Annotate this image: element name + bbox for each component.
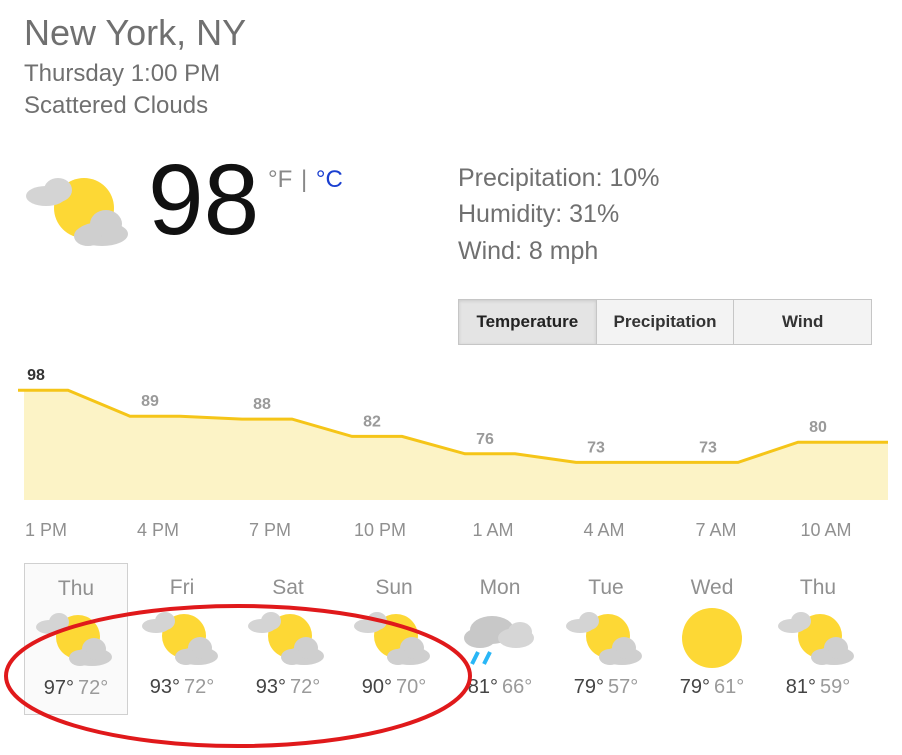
partly-cloudy-icon [566,612,642,665]
day-temps: 93° 72° [236,676,340,699]
hour-tick-label: 1 PM [24,520,68,540]
day-temps: 97° 72° [25,677,127,700]
day-forecast-thu[interactable]: Thu 97° 72° [24,563,128,715]
data-label: 80 [809,419,827,436]
day-name: Mon [479,576,521,599]
unit-celsius-link[interactable]: °C [316,166,343,193]
data-label: 89 [141,393,159,410]
tab-precipitation[interactable]: Precipitation [596,300,735,344]
day-forecast-sat[interactable]: Sat 93° 72° [236,563,340,715]
low-temp: 59° [820,676,851,698]
hour-tick-label: 1 AM [472,520,514,540]
unit-fahrenheit: °F [268,166,293,193]
day-forecast-thu[interactable]: Thu 81° 59° [766,563,870,715]
wind-stat: Wind: 8 mph [458,237,599,265]
rain-icon [464,616,534,665]
data-label: 73 [587,439,605,456]
low-temp: 61° [714,676,745,698]
precipitation-stat: Precipitation: 10% [458,164,660,192]
hour-axis: 1 PM 4 PM 7 PM 10 PM 1 AM 4 AM 7 AM 10 AM [0,520,902,544]
temperature-chart-svg: 98 89 88 82 76 73 73 80 [18,367,888,500]
day-forecast-fri[interactable]: Fri 93° 72° [130,563,234,715]
datetime-label: Thursday 1:00 PM [24,60,221,87]
day-name: Tue [588,576,624,599]
data-label: 82 [363,413,381,430]
tab-wind[interactable]: Wind [734,300,872,344]
day-name: Fri [169,576,195,599]
tab-temperature[interactable]: Temperature [459,300,597,344]
partly-cloudy-icon [36,613,112,666]
partly-cloudy-icon [142,612,218,665]
day-name: Thu [799,576,837,599]
day-temps: 79° 57° [554,676,658,699]
day-temps: 79° 61° [660,676,764,699]
day-temps: 93° 72° [130,676,234,699]
sunny-icon [682,608,742,668]
day-forecast-tue[interactable]: Tue 79° 57° [554,563,658,715]
temperature-chart: 98 89 88 82 76 73 73 80 [0,360,902,510]
low-temp: 66° [502,676,533,698]
partly-cloudy-icon [778,612,854,665]
current-temperature: 98 [148,144,260,256]
low-temp: 57° [608,676,639,698]
high-temp: 81° [467,676,498,698]
partly-cloudy-icon [26,178,128,246]
partly-cloudy-icon [354,612,430,665]
hour-tick-label: 7 AM [695,520,737,540]
data-label: 88 [253,396,271,413]
day-name: Sat [272,576,304,599]
location-title: New York, NY [24,12,247,53]
day-forecast-mon[interactable]: Mon 81° 66° [448,563,552,715]
low-temp: 72° [184,676,215,698]
high-temp: 97° [43,677,74,699]
day-name: Thu [57,577,95,600]
chart-tabs: Temperature Precipitation Wind [458,299,872,345]
low-temp: 72° [78,677,109,699]
day-forecast-sun[interactable]: Sun 90° 70° [342,563,446,715]
unit-toggle: °F | °C [268,166,343,194]
high-temp: 90° [361,676,392,698]
humidity-stat: Humidity: 31% [458,200,620,228]
high-temp: 79° [573,676,604,698]
high-temp: 93° [149,676,180,698]
hour-tick-label: 10 AM [800,520,852,540]
hour-tick-label: 7 PM [248,520,292,540]
day-name: Wed [690,576,734,599]
data-label: 76 [476,431,494,448]
data-label: 98 [27,367,45,384]
day-name: Sun [375,576,413,599]
unit-separator: | [300,166,308,193]
hour-tick-label: 4 PM [136,520,180,540]
day-temps: 81° 59° [766,676,870,699]
high-temp: 93° [255,676,286,698]
hour-tick-label: 10 PM [353,520,407,540]
partly-cloudy-icon [248,612,324,665]
condition-label: Scattered Clouds [24,92,209,119]
hour-tick-label: 4 AM [583,520,625,540]
high-temp: 81° [785,676,816,698]
low-temp: 70° [396,676,427,698]
high-temp: 79° [679,676,710,698]
data-label: 73 [699,439,717,456]
day-temps: 81° 66° [448,676,552,699]
day-forecast-wed[interactable]: Wed 79° 61° [660,563,764,715]
day-temps: 90° 70° [342,676,446,699]
low-temp: 72° [290,676,321,698]
